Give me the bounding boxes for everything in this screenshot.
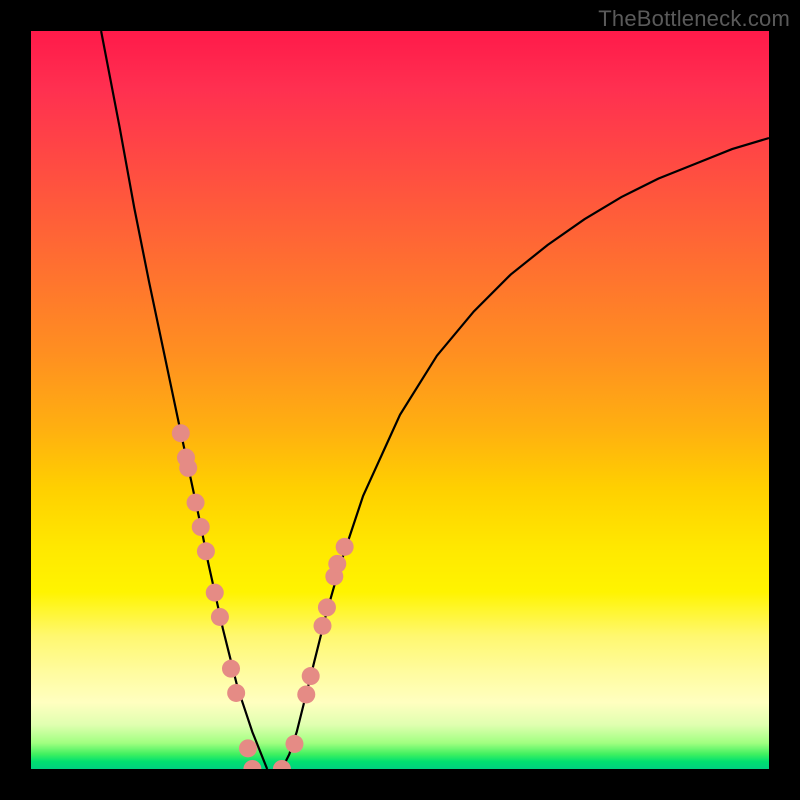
marker-right: [314, 617, 332, 635]
plot-area: [31, 31, 769, 769]
bottleneck-curve: [31, 31, 769, 769]
marker-right: [336, 538, 354, 556]
marker-left: [197, 542, 215, 560]
curve-right: [282, 138, 769, 769]
marker-left: [222, 660, 240, 678]
marker-left: [239, 739, 257, 757]
marker-right: [285, 735, 303, 753]
watermark-text: TheBottleneck.com: [598, 6, 790, 32]
marker-right: [302, 667, 320, 685]
marker-right: [297, 685, 315, 703]
curve-left: [101, 31, 267, 769]
marker-left: [227, 684, 245, 702]
marker-left: [211, 608, 229, 626]
marker-left: [179, 459, 197, 477]
marker-right: [328, 555, 346, 573]
marker-right: [273, 760, 291, 769]
chart-container: TheBottleneck.com: [0, 0, 800, 800]
marker-left: [206, 584, 224, 602]
marker-left: [192, 518, 210, 536]
marker-left: [172, 424, 190, 442]
marker-left: [243, 760, 261, 769]
marker-left: [187, 494, 205, 512]
marker-right: [318, 598, 336, 616]
